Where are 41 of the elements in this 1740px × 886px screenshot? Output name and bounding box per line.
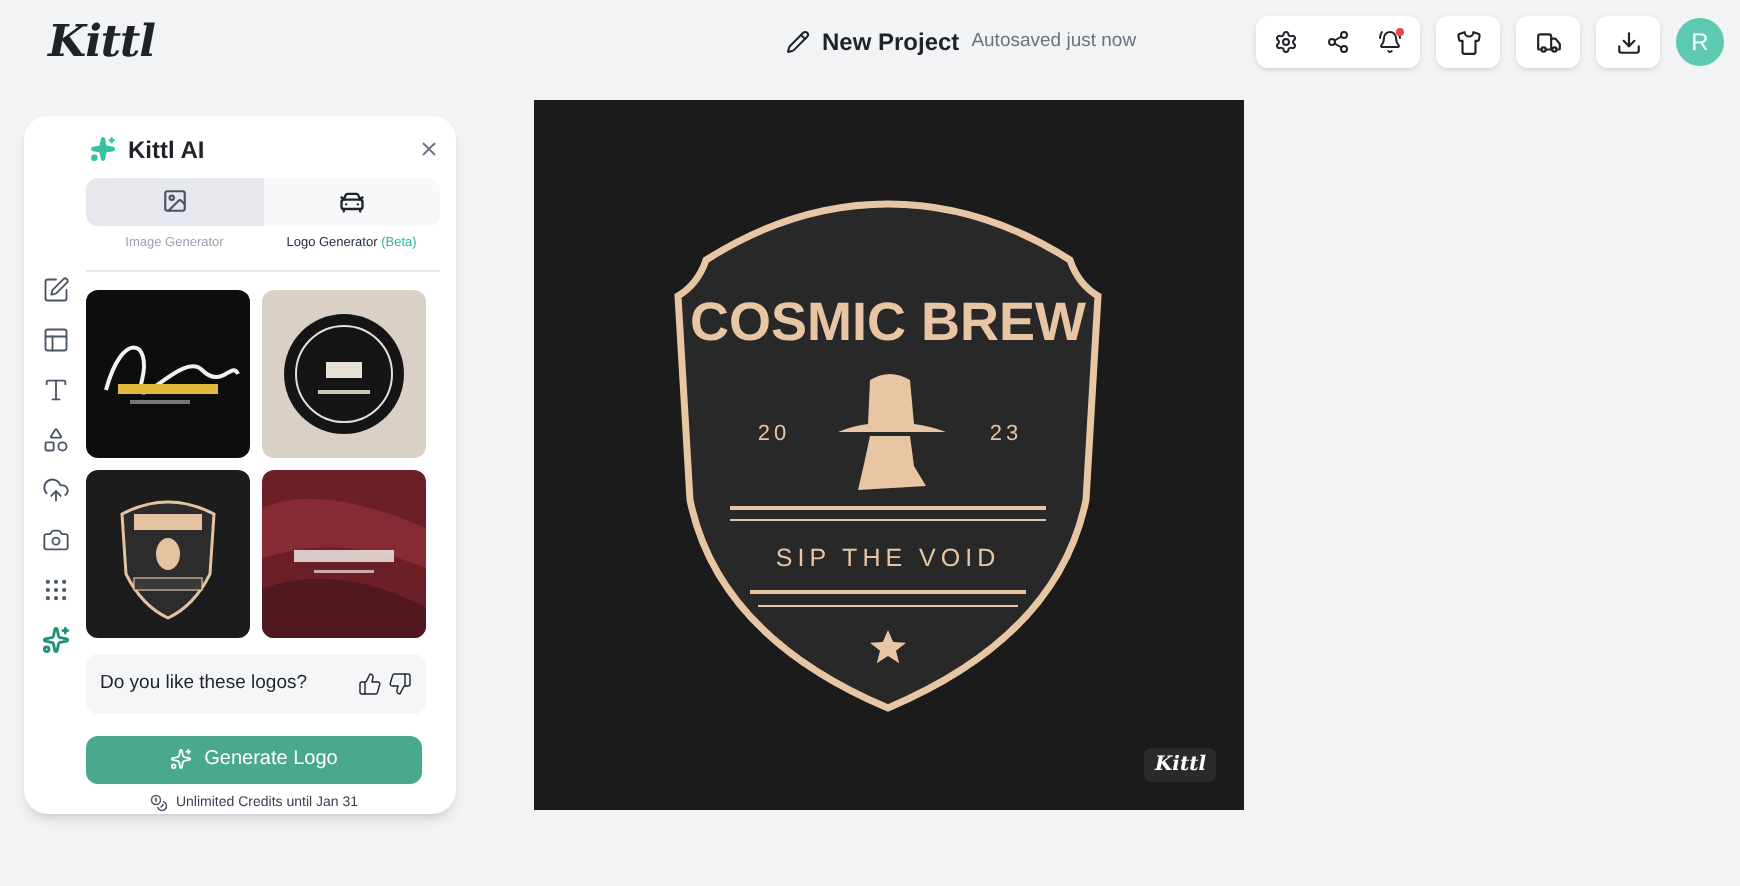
truck-button[interactable]	[1516, 16, 1580, 68]
shapes-icon[interactable]	[41, 426, 69, 454]
sparkle-icon	[170, 748, 193, 771]
year-left: 20	[757, 422, 791, 446]
truck-icon	[1535, 29, 1561, 55]
image-icon	[161, 188, 188, 215]
generator-tab[interactable]	[86, 177, 263, 226]
settings-icon[interactable]	[1274, 30, 1298, 54]
shirt-icon	[1455, 29, 1481, 55]
design-canvas[interactable]: COSMIC BREW 20 23 SIP THE VOID Kittl	[534, 100, 1244, 810]
car-icon	[337, 187, 366, 216]
thumbs-down-icon[interactable]	[388, 671, 412, 696]
edit-icon[interactable]	[41, 276, 69, 304]
camera-icon[interactable]	[41, 526, 69, 554]
upload-icon[interactable]	[41, 476, 69, 504]
coins-icon	[149, 794, 168, 813]
layout-icon[interactable]	[41, 326, 69, 354]
pencil-icon[interactable]	[785, 30, 810, 54]
shirt-button[interactable]	[1436, 16, 1500, 68]
panel-title: Kittl AI	[128, 133, 205, 168]
close-icon[interactable]	[418, 138, 440, 161]
star-icon	[870, 630, 906, 664]
grid-icon[interactable]	[41, 576, 69, 604]
save-status: Autosaved just now	[971, 27, 1137, 56]
sparkle-icon[interactable]	[41, 626, 69, 654]
download-icon	[1615, 29, 1641, 55]
tagline: SIP THE VOID	[775, 544, 1001, 572]
feedback-question: Do you like these logos?	[100, 669, 308, 697]
text-icon[interactable]	[41, 376, 69, 404]
bell-icon[interactable]	[1378, 30, 1402, 54]
logo[interactable]: Kittl	[48, 9, 619, 75]
share-icon[interactable]	[1326, 30, 1350, 54]
generator-tab[interactable]	[263, 177, 440, 226]
logo-title[interactable]: COSMIC BREW	[690, 292, 1086, 352]
project-title[interactable]: New Project	[821, 24, 960, 60]
sparkle-icon	[90, 136, 116, 163]
figure-drawing	[838, 374, 946, 490]
brand-badge: Kittl	[1144, 748, 1216, 782]
download-button[interactable]	[1596, 16, 1660, 68]
year-right: 23	[989, 422, 1023, 446]
thumbs-up-icon[interactable]	[358, 671, 382, 696]
